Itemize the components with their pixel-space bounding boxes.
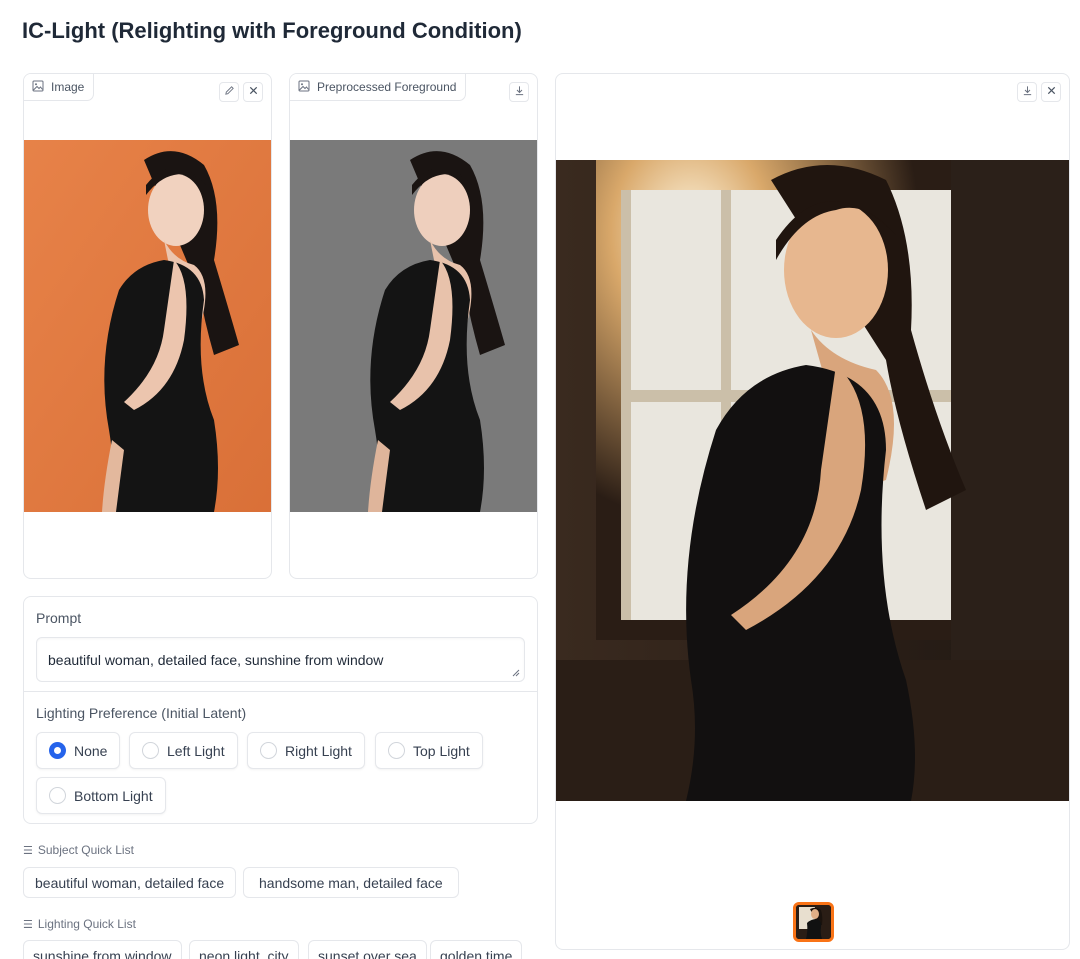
input-image-panel[interactable]: Image [23,73,272,579]
list-icon: ☰ [23,844,33,857]
output-thumbnail[interactable] [793,902,834,942]
output-gallery-panel[interactable] [555,73,1070,950]
subject-chip[interactable]: handsome man, detailed face [243,867,459,898]
resize-grip-icon[interactable] [512,669,520,677]
radio-dot [388,742,405,759]
output-image[interactable] [556,160,1069,801]
input-image-label: Image [24,74,95,101]
settings-form: Prompt beautiful woman, detailed face, s… [23,596,538,824]
preprocessed-foreground-image [290,140,537,512]
preprocessed-foreground-label: Preprocessed Foreground [290,74,467,101]
lighting-chip[interactable]: neon light, city [189,940,299,959]
lighting-preference-label: Lighting Preference (Initial Latent) [36,705,247,721]
radio-top-light[interactable]: Top Light [375,732,483,769]
close-output-button[interactable] [1041,82,1061,102]
radio-label: Left Light [167,742,225,759]
radio-none[interactable]: None [36,732,121,769]
input-image [24,140,271,512]
close-icon [1046,83,1057,101]
download-icon [514,83,525,101]
divider [24,691,537,692]
radio-label: Right Light [285,742,352,759]
download-output-button[interactable] [1017,82,1037,102]
radio-dot [49,787,66,804]
lighting-chip[interactable]: sunset over sea [308,940,427,959]
prompt-value: beautiful woman, detailed face, sunshine… [48,652,384,668]
radio-label: None [74,742,108,759]
close-icon [248,83,259,101]
input-image-label-text: Image [51,80,85,94]
lighting-quick-list-label: Lighting Quick List [37,917,136,931]
download-button[interactable] [509,82,529,102]
list-icon: ☰ [23,918,33,931]
lighting-chip[interactable]: sunshine from window [23,940,182,959]
prompt-label: Prompt [36,610,82,626]
radio-dot [142,742,159,759]
lighting-chip[interactable]: golden time [430,940,523,959]
radio-label: Top Light [413,742,470,759]
subject-chip[interactable]: beautiful woman, detailed face [23,867,237,898]
page-title: IC-Light (Relighting with Foreground Con… [22,18,522,43]
subject-quick-list-label: Subject Quick List [37,843,134,857]
image-icon [32,80,44,95]
subject-quick-list-title: ☰ Subject Quick List [23,843,134,857]
lighting-quick-list-title: ☰ Lighting Quick List [23,917,136,931]
radio-right-light[interactable]: Right Light [247,732,365,769]
image-icon [298,80,310,95]
preprocessed-foreground-label-text: Preprocessed Foreground [317,80,457,94]
preprocessed-foreground-panel: Preprocessed Foreground [289,73,538,579]
radio-left-light[interactable]: Left Light [129,732,238,769]
edit-icon [224,83,235,101]
radio-dot [260,742,277,759]
radio-label: Bottom Light [74,787,153,804]
radio-bottom-light[interactable]: Bottom Light [36,777,166,814]
edit-button[interactable] [219,82,239,102]
download-icon [1022,83,1033,101]
clear-image-button[interactable] [243,82,263,102]
prompt-textarea[interactable]: beautiful woman, detailed face, sunshine… [36,637,525,682]
radio-dot [49,742,66,759]
